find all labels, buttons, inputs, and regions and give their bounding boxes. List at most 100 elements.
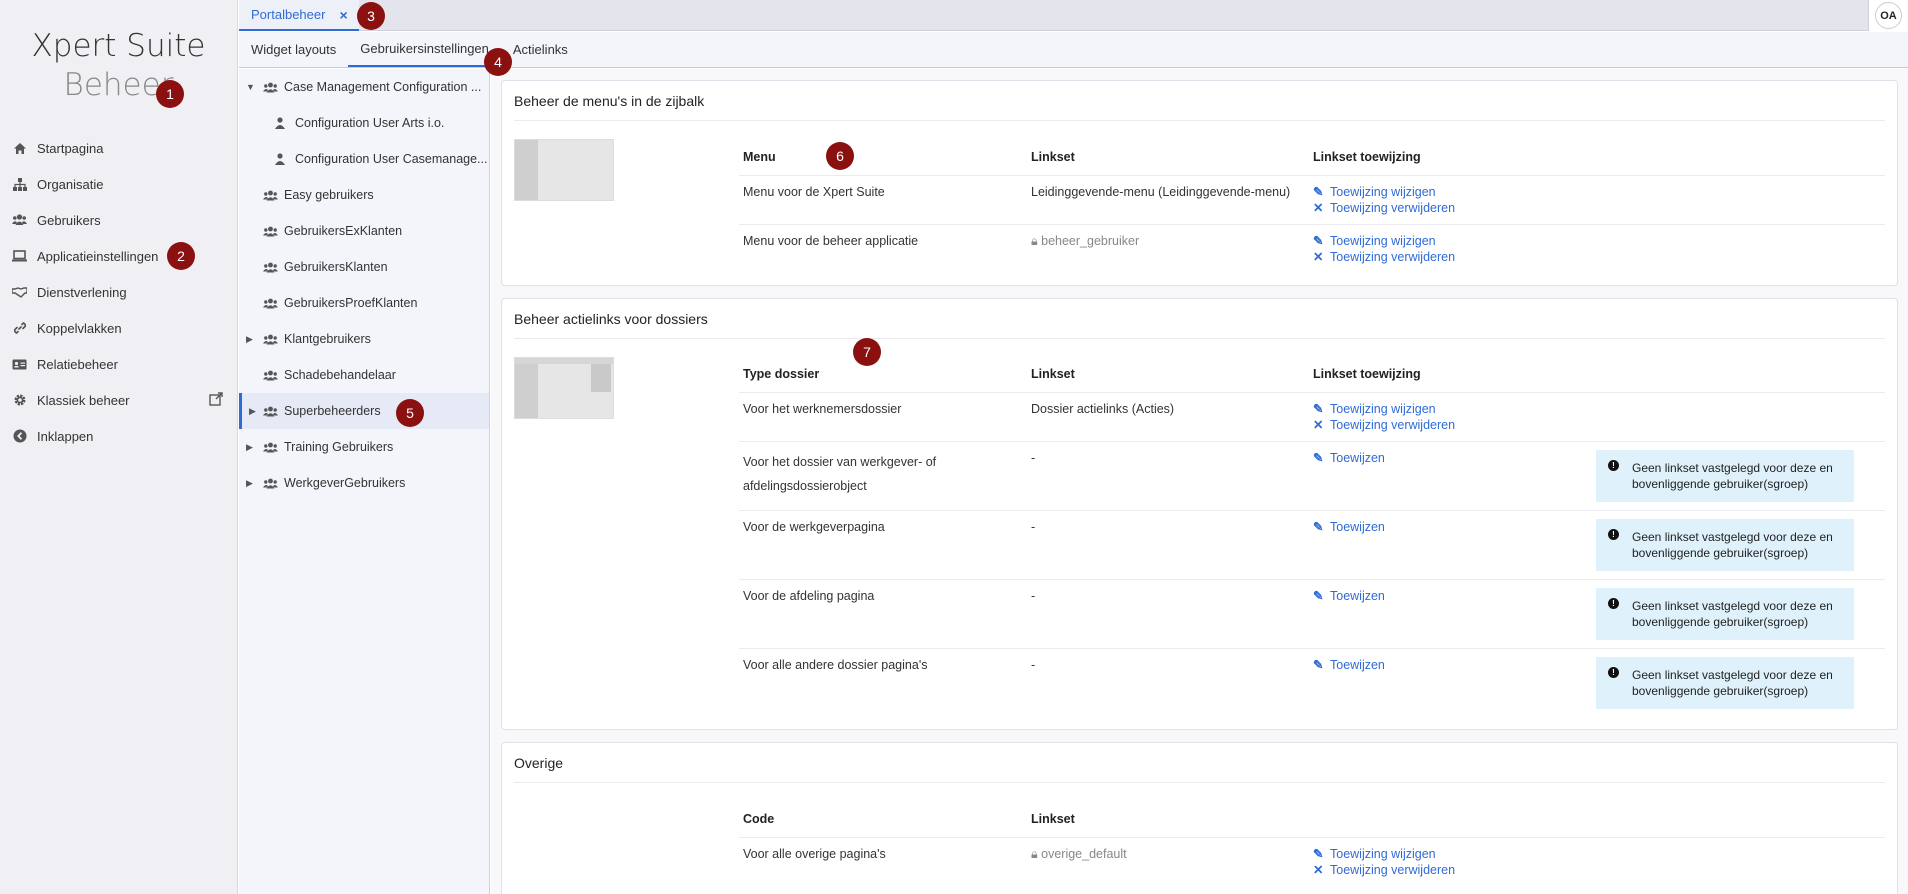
edit-assignment-link[interactable]: ✎ Toewijzing wijzigen xyxy=(1313,846,1588,862)
caret-right-icon[interactable]: ▶ xyxy=(246,334,253,345)
users-icon xyxy=(263,82,279,93)
user-avatar[interactable]: OA xyxy=(1868,0,1908,31)
caret-down-icon[interactable]: ▼ xyxy=(246,82,255,92)
edit-assignment-link[interactable]: ✎ Toewijzing wijzigen xyxy=(1313,184,1588,200)
table-row: Voor het werknemersdossier Dossier actie… xyxy=(739,392,1885,442)
tree-item[interactable]: ▶ Klantgebruikers xyxy=(239,321,489,357)
avatar-initials: OA xyxy=(1875,2,1902,29)
row-linkset: - xyxy=(1027,441,1309,511)
tree-item[interactable]: GebruikersExKlanten xyxy=(239,213,489,249)
card-title: Beheer de menu's in de zijbalk xyxy=(514,81,1885,121)
annotation-badge: 2 xyxy=(167,242,195,270)
close-tab-icon[interactable]: × xyxy=(339,7,347,23)
tree-label: Superbeheerders xyxy=(284,404,381,418)
nav-label: Koppelvlakken xyxy=(37,320,122,336)
column-header: Type dossier xyxy=(739,356,1027,393)
tree-item[interactable]: Easy gebruikers xyxy=(239,177,489,213)
assign-link[interactable]: ✎ Toewijzen xyxy=(1313,588,1588,604)
card-actionlinks: Beheer actielinks voor dossiers Type dos… xyxy=(501,297,1898,730)
row-actions: ✎ Toewijzing wijzigen ✕ Toewijzing verwijd… xyxy=(1309,837,1592,886)
row-name: Voor de afdeling pagina xyxy=(739,579,1027,649)
tree-label: GebruikersExKlanten xyxy=(284,224,403,238)
handshake-icon xyxy=(12,285,27,300)
caret-right-icon[interactable]: ▶ xyxy=(246,442,253,453)
user-icon xyxy=(274,153,290,165)
tree-item[interactable]: Schadebehandelaar xyxy=(239,357,489,393)
nav-item-applicatieinstellingen[interactable]: Applicatieinstellingen xyxy=(0,238,237,274)
tab-widget-layouts[interactable]: Widget layouts xyxy=(239,32,348,67)
close-icon: ✕ xyxy=(1313,418,1324,432)
nav-label: Applicatieinstellingen xyxy=(37,248,159,264)
tab-gebruikersinstellingen[interactable]: Gebruikersinstellingen xyxy=(348,32,501,67)
tree-item[interactable]: ▶ WerkgeverGebruikers xyxy=(239,465,489,501)
edit-assignment-link[interactable]: ✎ Toewijzing wijzigen xyxy=(1313,233,1588,249)
tree-item[interactable]: ▶ Training Gebruikers xyxy=(239,429,489,465)
lock-icon: 🔒︎ xyxy=(1031,233,1042,248)
nav-item-relatiebeheer[interactable]: Relatiebeheer xyxy=(0,346,237,382)
user-icon xyxy=(274,117,290,129)
menus-table: Menu Linkset Linkset toewijzing Menu voo… xyxy=(739,139,1885,273)
id-card-icon xyxy=(12,357,27,372)
tree-item[interactable]: Configuration User Arts i.o. xyxy=(239,105,489,141)
info-icon: ! xyxy=(1608,529,1619,540)
row-name: Menu voor de beheer applicatie xyxy=(743,233,919,248)
edit-icon: ✎ xyxy=(1313,658,1324,672)
nav-item-gebruikers[interactable]: Gebruikers xyxy=(0,202,237,238)
row-info: ! Geen linkset vastgelegd voor deze en bo… xyxy=(1592,649,1885,718)
nav-label: Relatiebeheer xyxy=(37,356,118,372)
remove-assignment-link[interactable]: ✕ Toewijzing verwijderen xyxy=(1313,862,1588,878)
tree-item[interactable]: ▼ Case Management Configuration ... xyxy=(239,69,489,105)
nav-label: Gebruikers xyxy=(37,212,101,228)
laptop-icon xyxy=(12,249,27,264)
row-name: Voor het dossier van werkgever- of afdel… xyxy=(739,441,1027,511)
row-actions: ✎ Toewijzen xyxy=(1309,510,1592,580)
app-brand: Xpert Suite Beheer xyxy=(0,26,237,104)
info-message: ! Geen linkset vastgelegd voor deze en bo… xyxy=(1596,588,1854,640)
tree-item[interactable]: GebruikersProefKlanten xyxy=(239,285,489,321)
users-icon xyxy=(263,298,279,309)
tab-portalbeheer[interactable]: Portalbeheer × xyxy=(239,0,359,31)
row-linkset-locked: 🔒︎ beheer_gebruiker xyxy=(1031,233,1140,248)
nav-label: Inklappen xyxy=(37,428,94,444)
edit-icon: ✎ xyxy=(1313,233,1324,248)
remove-assignment-link[interactable]: ✕ Toewijzing verwijderen xyxy=(1313,249,1588,265)
sitemap-icon xyxy=(12,177,27,192)
row-actions: ✎ Toewijzen xyxy=(1309,579,1592,649)
tree-item[interactable]: GebruikersKlanten xyxy=(239,249,489,285)
remove-assignment-link[interactable]: ✕ Toewijzing verwijderen xyxy=(1313,200,1588,216)
annotation-badge: 3 xyxy=(357,2,385,30)
nav-item-klassiek-beheer[interactable]: Klassiek beheer xyxy=(0,382,237,418)
row-actions: ✎ Toewijzing wijzigen ✕ Toewijzing verwijd… xyxy=(1309,224,1592,273)
table-header-row: Menu Linkset Linkset toewijzing xyxy=(739,139,1885,176)
caret-right-icon[interactable]: ▶ xyxy=(246,478,253,489)
edit-icon: ✎ xyxy=(1313,402,1324,416)
column-header: Linkset xyxy=(1027,356,1309,393)
edit-assignment-link[interactable]: ✎ Toewijzing wijzigen xyxy=(1313,401,1588,417)
top-tab-strip: Portalbeheer × OA xyxy=(239,0,1908,31)
remove-assignment-link[interactable]: ✕ Toewijzing verwijderen xyxy=(1313,417,1588,433)
card-title: Overige xyxy=(514,743,1885,783)
tab-actielinks[interactable]: Actielinks xyxy=(501,32,580,67)
row-actions: ✎ Toewijzen xyxy=(1309,649,1592,718)
column-header: Linkset xyxy=(1027,139,1309,176)
assign-link[interactable]: ✎ Toewijzen xyxy=(1313,519,1588,535)
assign-link[interactable]: ✎ Toewijzen xyxy=(1313,450,1588,466)
nav-item-organisatie[interactable]: Organisatie xyxy=(0,166,237,202)
row-name: Voor de werkgeverpagina xyxy=(739,510,1027,580)
nav-item-dienstverlening[interactable]: Dienstverlening xyxy=(0,274,237,310)
nav-item-koppelvlakken[interactable]: Koppelvlakken xyxy=(0,310,237,346)
tree-item-selected[interactable]: ▶ Superbeheerders xyxy=(239,393,489,429)
tree-label: Schadebehandelaar xyxy=(284,368,396,382)
caret-right-icon[interactable]: ▶ xyxy=(249,406,256,417)
users-icon xyxy=(263,478,279,489)
users-icon xyxy=(263,262,279,273)
tree-item[interactable]: Configuration User Casemanage... xyxy=(239,141,489,177)
external-link-icon[interactable] xyxy=(209,392,223,409)
row-linkset: Dossier actielinks (Acties) xyxy=(1027,392,1309,442)
info-icon: ! xyxy=(1608,667,1619,678)
table-row: Voor alle andere dossier pagina's - ✎ Toe… xyxy=(739,649,1885,718)
nav-item-inklappen[interactable]: Inklappen xyxy=(0,418,237,454)
nav-item-startpagina[interactable]: Startpagina xyxy=(0,130,237,166)
assign-link[interactable]: ✎ Toewijzen xyxy=(1313,657,1588,673)
column-header: Menu xyxy=(739,139,1027,176)
